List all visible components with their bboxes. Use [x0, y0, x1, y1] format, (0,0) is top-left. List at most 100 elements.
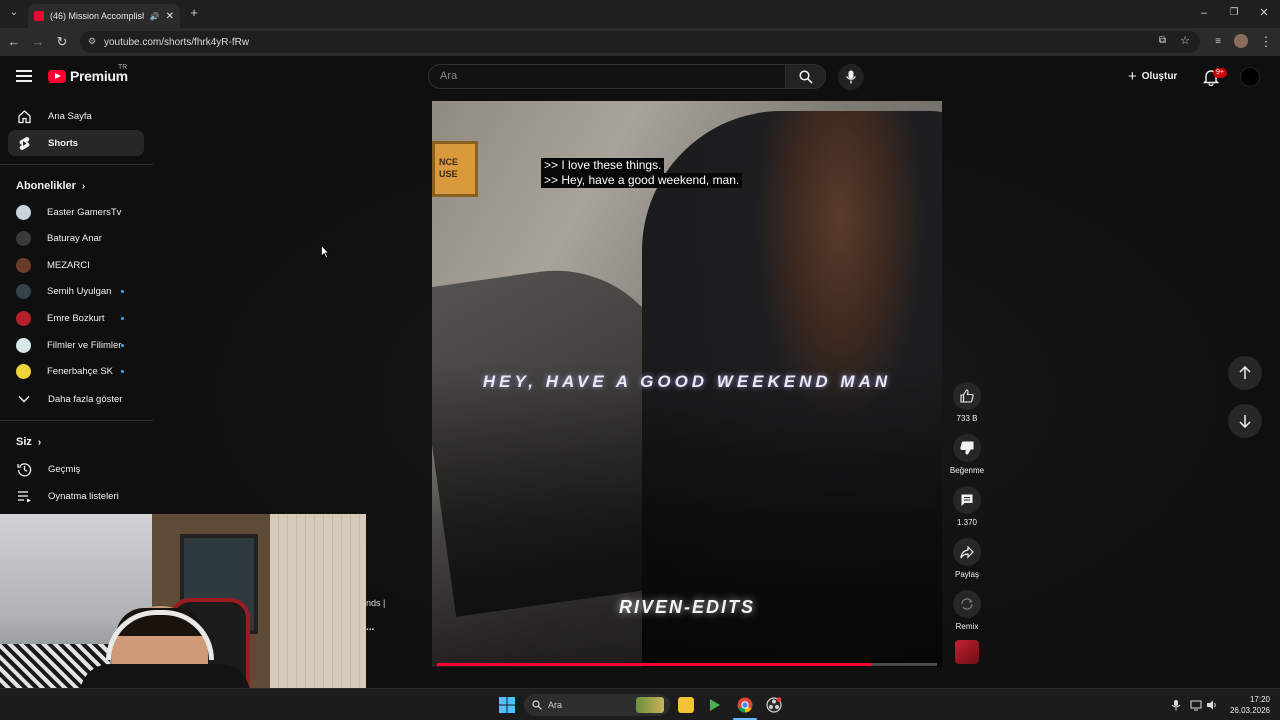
- window-close-icon[interactable]: ✕: [1256, 6, 1272, 20]
- chevron-down-icon: [16, 391, 32, 407]
- obs-icon[interactable]: [766, 697, 782, 713]
- arrow-down-icon: [1239, 415, 1251, 428]
- partial-description-text: nds |: [366, 598, 386, 608]
- media-control-icon[interactable]: ≡: [1210, 35, 1226, 49]
- forward-icon[interactable]: →: [30, 35, 46, 49]
- thumbs-down-icon: [953, 434, 981, 462]
- share-label: Paylaş: [954, 570, 979, 579]
- sidebar-item-subscription[interactable]: Emre Bozkurt: [8, 305, 144, 331]
- create-button[interactable]: + Oluştur: [1128, 68, 1177, 85]
- sidebar-divider: [0, 164, 153, 165]
- tray-clock[interactable]: 17:20 26.03.2026: [1226, 694, 1270, 716]
- voice-search-button[interactable]: [838, 64, 864, 90]
- chrome-icon[interactable]: [737, 697, 753, 713]
- search-icon: [799, 70, 813, 84]
- account-avatar[interactable]: [1240, 67, 1260, 87]
- sidebar-item-label: Filmler ve Filimler: [47, 339, 122, 351]
- youtube-header: Premium TR Ara + Oluştur 9+: [0, 56, 1280, 100]
- show-more-button[interactable]: Daha fazla göster: [8, 386, 144, 412]
- restore-icon[interactable]: ❐: [1226, 6, 1242, 20]
- subscriptions-header[interactable]: Abonelikler ›: [16, 180, 85, 192]
- windows-start-icon[interactable]: [499, 697, 515, 713]
- file-explorer-icon[interactable]: [678, 697, 694, 713]
- video-shade: [432, 361, 942, 667]
- sidebar-divider: [0, 420, 153, 421]
- profile-avatar-icon[interactable]: [1234, 34, 1248, 48]
- hamburger-menu-icon[interactable]: [16, 70, 32, 82]
- minimize-icon[interactable]: –: [1196, 6, 1212, 20]
- channel-avatar-icon: [16, 257, 31, 273]
- volume-tray-icon[interactable]: [1206, 699, 1218, 711]
- channel-thumbnail[interactable]: [955, 640, 979, 664]
- next-short-button[interactable]: [1228, 404, 1262, 438]
- taskbar-search-placeholder: Ara: [548, 700, 563, 710]
- sidebar-item-subscription[interactable]: Semih Uyulgan: [8, 279, 144, 305]
- sidebar-item-subscription[interactable]: Fenerbahçe SK: [8, 359, 144, 385]
- bookmark-star-icon[interactable]: ☆: [1180, 34, 1190, 47]
- sidebar-item-subscription[interactable]: Filmler ve Filimler: [8, 332, 144, 358]
- youtube-premium-logo[interactable]: Premium TR: [48, 64, 128, 84]
- speaker-icon[interactable]: 🔊: [150, 12, 160, 21]
- sidebar-item-history[interactable]: Geçmiş: [8, 456, 144, 482]
- closed-captions: >> I love these things. >> Hey, have a g…: [541, 158, 743, 188]
- sidebar-item-label: Baturay Anar: [47, 233, 102, 245]
- channel-avatar-icon: [16, 364, 31, 380]
- media-player-icon[interactable]: [707, 697, 723, 713]
- display-tray-icon[interactable]: [1190, 699, 1202, 711]
- new-content-dot: [121, 290, 124, 294]
- mouse-cursor-icon: [321, 245, 329, 258]
- tray-time: 17:20: [1249, 695, 1270, 704]
- microphone-tray-icon[interactable]: [1170, 699, 1182, 711]
- sidebar-item-subscription[interactable]: Baturay Anar: [8, 226, 144, 252]
- tab-search-icon[interactable]: ⌄: [6, 6, 22, 20]
- more-options-icon[interactable]: ...: [366, 622, 374, 633]
- video-overlay-text: HEY, HAVE A GOOD WEEKEND MAN: [482, 372, 892, 391]
- new-tab-icon[interactable]: +: [186, 6, 202, 20]
- browser-toolbar: ← → ↻ ⚙ youtube.com/shorts/fhrk4yR-fRw ⧉…: [0, 28, 1280, 56]
- previous-short-button[interactable]: [1228, 356, 1262, 390]
- playlists-icon: [16, 488, 32, 504]
- sidebar-item-label: MEZARCI: [47, 259, 90, 271]
- url-text: youtube.com/shorts/fhrk4yR-fRw: [104, 36, 250, 48]
- reload-icon[interactable]: ↻: [54, 35, 70, 49]
- sidebar-item-subscription[interactable]: Easter GamersTv: [8, 199, 144, 225]
- share-arrow-icon: [953, 538, 981, 566]
- sidebar-item-playlists[interactable]: Oynatma listeleri: [8, 483, 144, 509]
- home-icon: [16, 108, 32, 124]
- taskbar-search[interactable]: Ara: [524, 694, 670, 716]
- dislike-button[interactable]: Beğenme: [949, 434, 985, 475]
- you-header-label: Siz: [16, 436, 32, 448]
- remix-button[interactable]: Remix: [949, 590, 985, 631]
- webcam-overlay: [0, 514, 366, 688]
- channel-avatar-icon: [16, 337, 31, 353]
- sidebar-item-label: Ana Sayfa: [48, 110, 92, 122]
- video-progress-fill: [437, 663, 872, 666]
- address-bar[interactable]: ⚙ youtube.com/shorts/fhrk4yR-fRw ⧉ ☆: [80, 31, 1200, 53]
- you-header[interactable]: Siz ›: [16, 436, 41, 448]
- comments-button[interactable]: 1.370: [949, 486, 985, 527]
- webcam-wood-panel: [270, 514, 366, 688]
- sidebar-item-subscription[interactable]: MEZARCI: [8, 252, 144, 278]
- browser-tab[interactable]: (46) Mission Accomplished | 🔊 ✕: [28, 4, 180, 28]
- sidebar-item-label: Daha fazla göster: [48, 393, 123, 405]
- search-input[interactable]: Ara: [428, 64, 786, 89]
- logo-region: TR: [118, 64, 128, 71]
- video-wall-sign: NCE USE: [432, 141, 478, 197]
- site-info-icon[interactable]: ⚙: [88, 36, 96, 47]
- like-button[interactable]: 733 B: [949, 382, 985, 423]
- remix-icon: [953, 590, 981, 618]
- browser-menu-icon[interactable]: ⋮: [1258, 35, 1274, 49]
- search-button[interactable]: [786, 64, 826, 89]
- search-highlight-icon: [636, 697, 664, 713]
- share-button[interactable]: Paylaş: [949, 538, 985, 579]
- windows-taskbar: Ara 17:20 26.03.2026: [0, 688, 1280, 720]
- sidebar-item-shorts[interactable]: Shorts: [8, 130, 144, 156]
- sidebar-item-home[interactable]: Ana Sayfa: [8, 103, 144, 129]
- install-app-icon[interactable]: ⧉: [1159, 35, 1166, 46]
- plus-icon: +: [1128, 68, 1137, 85]
- tab-close-icon[interactable]: ✕: [166, 11, 174, 22]
- thumbs-up-icon: [953, 382, 981, 410]
- sidebar-item-label: Fenerbahçe SK: [47, 366, 114, 378]
- back-icon[interactable]: ←: [6, 35, 22, 49]
- video-progress-bar[interactable]: [437, 663, 937, 666]
